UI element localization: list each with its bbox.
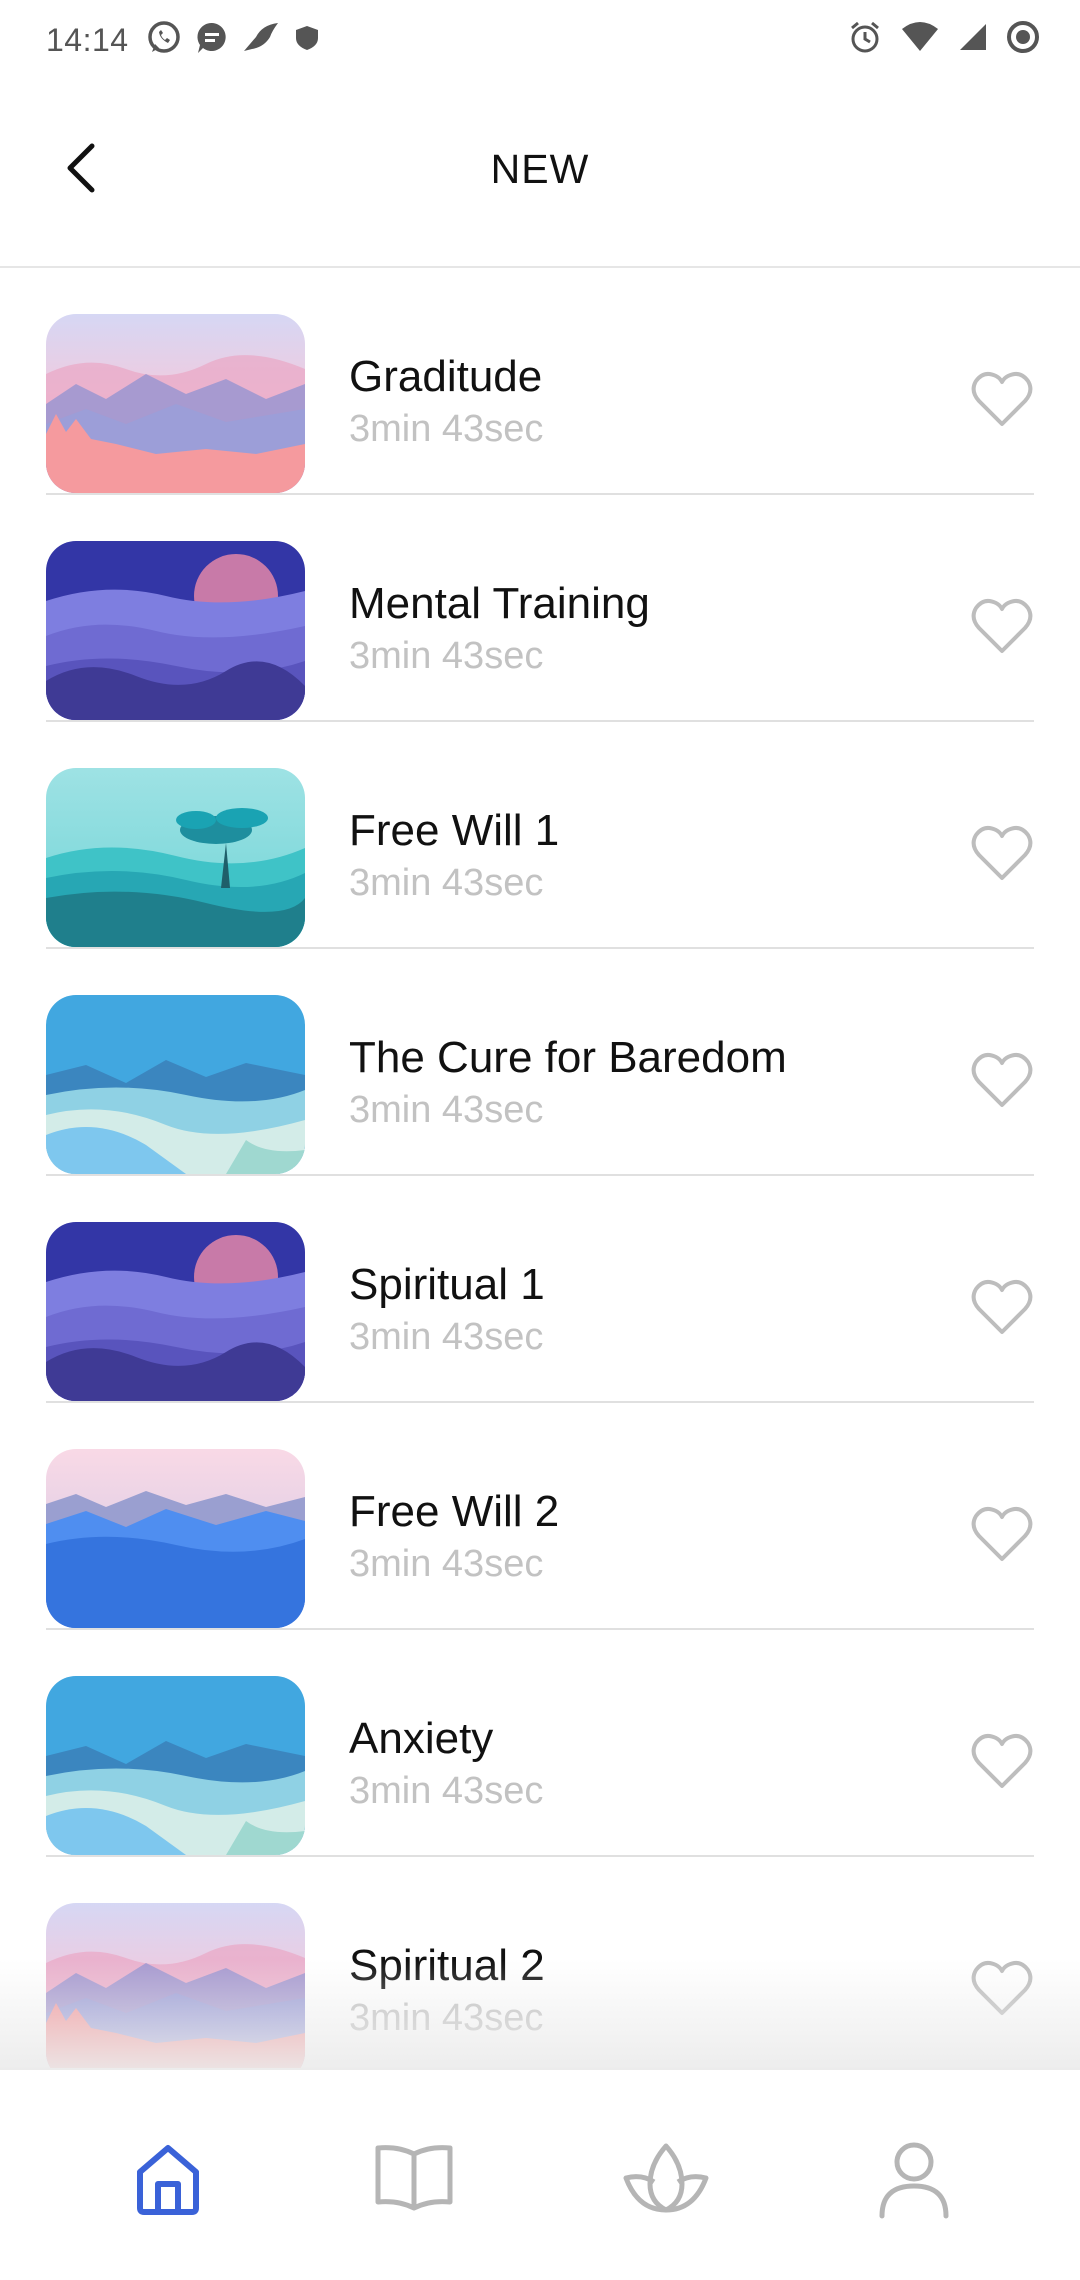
message-icon [196, 21, 228, 55]
list-item[interactable]: Free Will 2 3min 43sec [46, 1403, 1034, 1630]
item-title: Spiritual 2 [349, 1941, 545, 1990]
nav-profile[interactable] [866, 2130, 962, 2226]
page-title: NEW [490, 146, 590, 192]
item-duration: 3min 43sec [349, 1316, 544, 1358]
system-icons [848, 20, 1040, 54]
nav-library[interactable] [366, 2130, 462, 2226]
thumbnail-image [46, 995, 305, 1174]
wifi-icon [900, 21, 940, 53]
list-item[interactable]: Mental Training 3min 43sec [46, 495, 1034, 722]
item-duration: 3min 43sec [349, 635, 544, 677]
list-item[interactable]: Spiritual 2 3min 43sec [46, 1857, 1034, 2068]
heart-icon[interactable] [970, 370, 1034, 430]
item-duration: 3min 43sec [349, 1089, 544, 1131]
thumbnail-image [46, 1449, 305, 1628]
list-item[interactable]: Spiritual 1 3min 43sec [46, 1176, 1034, 1403]
status-time: 14:14 [46, 22, 129, 58]
item-duration: 3min 43sec [349, 408, 544, 450]
heart-icon[interactable] [970, 597, 1034, 657]
list-item[interactable]: Anxiety 3min 43sec [46, 1630, 1034, 1857]
notification-icons [146, 20, 320, 56]
item-title: The Cure for Baredom [349, 1033, 787, 1082]
item-title: Spiritual 1 [349, 1260, 545, 1309]
alarm-icon [848, 20, 882, 54]
item-title: Free Will 1 [349, 806, 560, 855]
bottom-navigation [0, 2068, 1080, 2280]
item-duration: 3min 43sec [349, 1543, 544, 1585]
thumbnail-image [46, 1222, 305, 1401]
nav-meditate[interactable] [618, 2130, 714, 2226]
profile-icon [879, 2142, 949, 2219]
heart-icon[interactable] [970, 1051, 1034, 1111]
thumbnail-image [46, 541, 305, 720]
item-title: Graditude [349, 352, 543, 401]
bird-icon [242, 21, 280, 55]
whatsapp-icon [146, 20, 182, 56]
list-item[interactable]: Free Will 1 3min 43sec [46, 722, 1034, 949]
signal-icon [958, 22, 988, 52]
heart-icon[interactable] [970, 824, 1034, 884]
heart-icon[interactable] [970, 1505, 1034, 1565]
top-app-bar: NEW [0, 80, 1080, 268]
lotus-icon [623, 2143, 709, 2213]
item-title: Anxiety [349, 1714, 494, 1763]
shield-icon [294, 24, 320, 52]
meditation-list[interactable]: Graditude 3min 43sec Mental Training 3mi… [0, 268, 1080, 2068]
status-bar: 14:14 [0, 0, 1080, 80]
record-icon [1006, 20, 1040, 54]
list-item[interactable]: Graditude 3min 43sec [46, 268, 1034, 495]
item-duration: 3min 43sec [349, 1997, 544, 2039]
item-title: Free Will 2 [349, 1487, 560, 1536]
nav-home[interactable] [120, 2130, 216, 2226]
thumbnail-image [46, 768, 305, 947]
item-title: Mental Training [349, 579, 650, 628]
item-duration: 3min 43sec [349, 862, 544, 904]
thumbnail-image [46, 314, 305, 493]
heart-icon[interactable] [970, 1278, 1034, 1338]
heart-icon[interactable] [970, 1959, 1034, 2019]
book-icon [375, 2145, 453, 2211]
thumbnail-image [46, 1676, 305, 1855]
heart-icon[interactable] [970, 1732, 1034, 1792]
home-icon [137, 2145, 199, 2215]
list-item[interactable]: The Cure for Baredom 3min 43sec [46, 949, 1034, 1176]
thumbnail-image [46, 1903, 305, 2068]
item-duration: 3min 43sec [349, 1770, 544, 1812]
